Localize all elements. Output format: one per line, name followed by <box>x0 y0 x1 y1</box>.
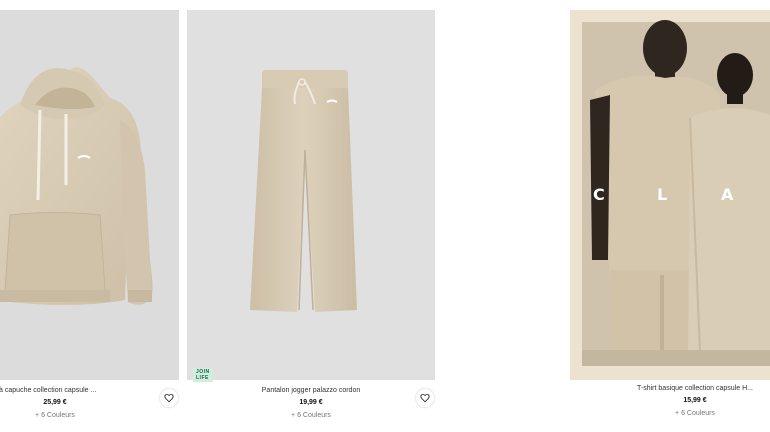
product-price: 19,99 € <box>299 399 323 406</box>
campaign-image[interactable]: C L A <box>570 10 770 380</box>
wishlist-button-hoodie[interactable] <box>160 389 178 407</box>
heart-outline-icon <box>164 393 174 403</box>
product-info-hoodie: Sweat à capuche collection capsule ... 2… <box>0 386 110 421</box>
product-image-pants[interactable] <box>187 10 435 380</box>
product-name[interactable]: Pantalon jogger palazzo cordon <box>226 386 396 396</box>
campaign-letter: L <box>657 185 668 204</box>
wishlist-button-pants[interactable] <box>416 389 434 407</box>
campaign-letter: C <box>593 185 605 204</box>
join-life-badge: JOIN LIFE <box>193 368 213 382</box>
pants-illustration <box>250 70 357 312</box>
heart-outline-icon <box>420 393 430 403</box>
product-image-hoodie[interactable] <box>0 10 179 380</box>
product-info-tshirt: T-shirt basique collection capsule H... … <box>600 384 770 419</box>
hoodie-illustration <box>0 67 153 305</box>
product-name[interactable]: Sweat à capuche collection capsule ... <box>0 386 110 396</box>
product-price: 15,99 € <box>683 397 707 404</box>
product-name[interactable]: T-shirt basique collection capsule H... <box>600 384 770 394</box>
product-info-pants: Pantalon jogger palazzo cordon 19,99 € +… <box>226 386 396 421</box>
product-colors-count[interactable]: + 6 Couleurs <box>600 409 770 419</box>
product-price: 25,99 € <box>43 399 67 406</box>
product-colors-count[interactable]: + 6 Couleurs <box>226 411 396 421</box>
product-colors-count[interactable]: + 6 Couleurs <box>0 411 110 421</box>
campaign-letter: A <box>721 185 734 204</box>
